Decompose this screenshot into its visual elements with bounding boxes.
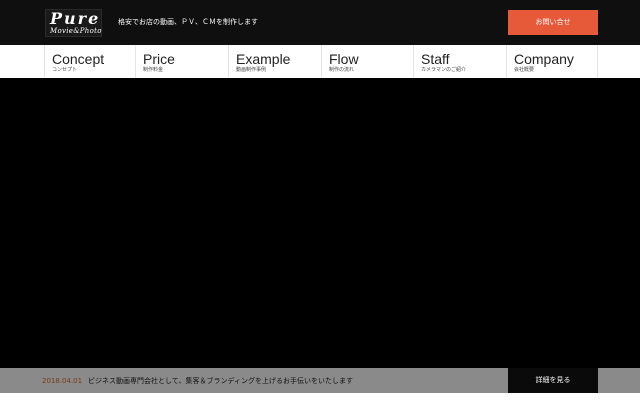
nav-item-label: Example bbox=[236, 51, 291, 67]
nav-item-sublabel: 会社概要 bbox=[514, 67, 535, 73]
nav-item-label: Flow bbox=[329, 51, 359, 67]
news-details-button[interactable]: 詳細を見る bbox=[508, 368, 598, 393]
nav-item-sublabel: 制作の流れ bbox=[329, 67, 355, 73]
nav-item-concept[interactable]: Concept コンセプト bbox=[44, 45, 135, 78]
nav-item-company[interactable]: Company 会社概要 bbox=[506, 45, 598, 78]
nav-item-label: Price bbox=[143, 51, 175, 67]
nav-item-sublabel: 制作料金 bbox=[143, 67, 164, 73]
nav-item-label: Company bbox=[514, 51, 574, 67]
site-header: Pure Movie&Photo 格安でお店の動画、ＰＶ、ＣＭを制作します お問… bbox=[0, 0, 640, 45]
hero-area bbox=[0, 78, 640, 368]
nav-item-example[interactable]: Example 動画制作事例 bbox=[228, 45, 321, 78]
nav-item-sublabel: 動画制作事例 bbox=[236, 67, 267, 73]
main-nav: Concept コンセプト Price 制作料金 Example 動画制作事例 … bbox=[0, 45, 640, 78]
news-bar: 2018.04.01 ビジネス動画専門会社として、集客＆ブランディングを上げるお… bbox=[0, 368, 640, 393]
nav-item-label: Concept bbox=[52, 51, 105, 67]
logo-sub-text: Movie&Photo bbox=[50, 27, 102, 35]
nav-item-label: Staff bbox=[421, 51, 450, 67]
contact-button[interactable]: お問い合せ bbox=[508, 10, 598, 35]
site-tagline: 格安でお店の動画、ＰＶ、ＣＭを制作します bbox=[118, 18, 258, 26]
page-bottom-strip bbox=[0, 393, 640, 400]
nav-item-price[interactable]: Price 制作料金 bbox=[135, 45, 228, 78]
nav-item-staff[interactable]: Staff カメラマンのご紹介 bbox=[413, 45, 506, 78]
nav-item-flow[interactable]: Flow 制作の流れ bbox=[321, 45, 413, 78]
nav-item-sublabel: カメラマンのご紹介 bbox=[421, 67, 467, 73]
news-text[interactable]: ビジネス動画専門会社として、集客＆ブランディングを上げるお手伝いをいたします bbox=[88, 376, 353, 386]
nav-item-sublabel: コンセプト bbox=[52, 67, 78, 73]
site-logo[interactable]: Pure Movie&Photo bbox=[45, 9, 102, 37]
news-date: 2018.04.01 bbox=[42, 377, 83, 385]
logo-main-text: Pure bbox=[50, 9, 101, 28]
